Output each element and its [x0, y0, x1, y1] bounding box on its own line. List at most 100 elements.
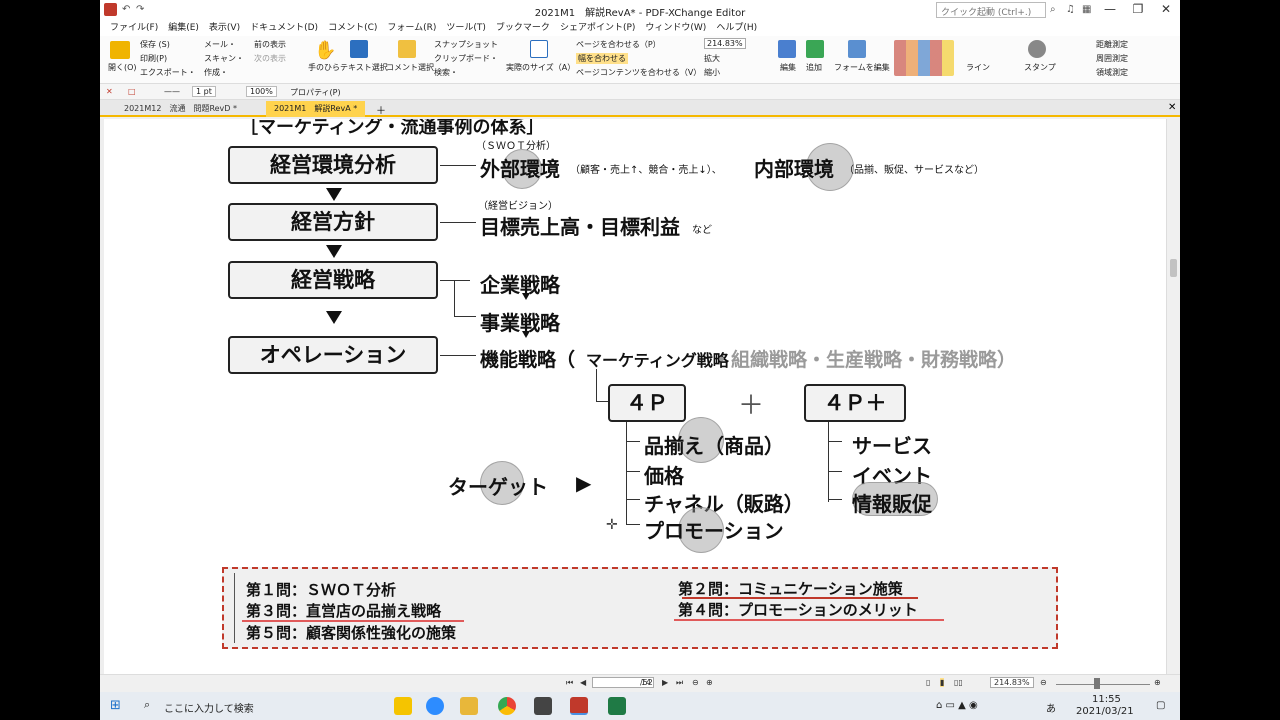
zoom-out-button[interactable]: 縮小 — [704, 67, 720, 78]
scan-button[interactable]: スキャン・ — [204, 53, 244, 64]
terminal-icon[interactable] — [534, 697, 552, 715]
fit-page-button[interactable]: ページを合わせる（P） — [576, 39, 661, 50]
open-button[interactable]: 開く(O) — [108, 62, 137, 73]
status-zoom-select[interactable]: 214.83% — [990, 677, 1034, 688]
measure-perimeter-button[interactable]: 周囲測定 — [1096, 53, 1128, 64]
vertical-scrollbar[interactable] — [1166, 119, 1180, 674]
actual-size-button[interactable]: 実際のサイズ（A） — [506, 62, 575, 73]
clipboard-button[interactable]: クリップボード・ — [434, 53, 498, 64]
search-icon[interactable]: ⌕ — [144, 698, 150, 712]
line-style-icon[interactable]: —— — [164, 87, 180, 96]
form-edit-button[interactable]: フォームを編集 — [834, 62, 890, 73]
restore-button[interactable]: ❐ — [1124, 2, 1152, 16]
close-small-icon[interactable]: ✕ — [106, 87, 113, 96]
menu-edit[interactable]: 編集(E) — [168, 20, 199, 36]
form-edit-icon[interactable] — [848, 40, 866, 58]
zoom-slider-track[interactable] — [1056, 684, 1150, 685]
comment-select-button[interactable]: コメント選択 — [386, 62, 434, 73]
taskbar-search-box[interactable]: ここに入力して検索 — [164, 700, 254, 715]
edit-button[interactable]: 編集 — [780, 62, 796, 73]
add-button[interactable]: 追加 — [806, 62, 822, 73]
stamp-icon[interactable] — [1028, 40, 1046, 58]
snapshot-button[interactable]: スナップショット — [434, 39, 498, 50]
folder-icon[interactable] — [110, 41, 130, 59]
zoom-app-icon[interactable] — [426, 697, 444, 715]
prev-page-icon[interactable]: ◀ — [580, 678, 586, 687]
single-page-icon[interactable]: ▯ — [926, 678, 930, 687]
stamp-button[interactable]: スタンプ — [1024, 62, 1056, 73]
scrollbar-thumb[interactable] — [1170, 259, 1177, 277]
menu-bookmarks[interactable]: ブックマーク — [496, 20, 550, 36]
create-button[interactable]: 作成・ — [204, 67, 228, 78]
document-view[interactable]: ［マーケティング・流通事例の体系］ 経営環境分析 経営方針 経営戦略 オペレーシ… — [100, 119, 1180, 674]
minimize-button[interactable]: — — [1096, 2, 1124, 16]
properties-button[interactable]: プロパティ(P) — [290, 87, 341, 98]
add-icon[interactable] — [806, 40, 824, 58]
continuous-page-icon[interactable]: ▮ — [940, 678, 945, 687]
next-view-button[interactable]: 次の表示 — [254, 53, 286, 64]
quick-launch-search[interactable]: クイック起動 (Ctrl+.) — [936, 2, 1046, 18]
text-select-icon[interactable] — [350, 40, 368, 58]
edit-icon[interactable] — [778, 40, 796, 58]
bell-icon[interactable]: ♫ — [1066, 4, 1075, 15]
zoom-select[interactable]: 214.83% — [704, 38, 746, 49]
measure-distance-button[interactable]: 距離測定 — [1096, 39, 1128, 50]
fit-width-button[interactable]: 幅を合わせる — [576, 53, 628, 64]
search-icon[interactable]: ⌕ — [1050, 4, 1056, 15]
menu-comment[interactable]: コメント(C) — [328, 20, 377, 36]
mail-button[interactable]: メール・ — [204, 39, 236, 50]
zoom-in-button[interactable]: 拡大 — [704, 53, 720, 64]
line-width-select[interactable]: 1 pt — [192, 86, 216, 97]
ime-indicator[interactable]: あ — [1046, 700, 1056, 715]
tab-2021m1[interactable]: 2021M1 解説RevA * — [266, 101, 366, 117]
tray-icons[interactable]: ⌂ ▭ ▲ ◉ — [936, 700, 978, 711]
hand-tool-button[interactable]: 手のひら — [308, 62, 340, 73]
back-icon[interactable]: ⊖ — [692, 678, 699, 687]
fit-content-button[interactable]: ページコンテンツを合わせる（V） — [576, 67, 701, 78]
print-button[interactable]: 印刷(P) — [140, 53, 167, 64]
menu-tools[interactable]: ツール(T) — [446, 20, 486, 36]
windows-start-icon[interactable]: ⊞ — [110, 698, 121, 713]
file-explorer-icon[interactable] — [460, 697, 478, 715]
search-button[interactable]: 検索・ — [434, 67, 458, 78]
rect-color-icon[interactable]: □ — [128, 87, 136, 96]
actual-size-icon[interactable] — [530, 40, 548, 58]
opacity-select[interactable]: 100% — [246, 86, 277, 97]
grid-icon[interactable]: ▦ — [1082, 4, 1091, 15]
menu-help[interactable]: ヘルプ(H) — [716, 20, 757, 36]
first-page-icon[interactable]: ⏮ — [566, 678, 573, 688]
menu-window[interactable]: ウィンドウ(W) — [645, 20, 706, 36]
tab-2021m12[interactable]: 2021M12 流通 問題RevD * — [116, 101, 245, 117]
zoom-slider-thumb[interactable] — [1094, 678, 1100, 689]
next-page-icon[interactable]: ▶ — [662, 678, 668, 687]
line-button[interactable]: ライン — [966, 62, 990, 73]
clock-date[interactable]: 2021/03/21 — [1076, 706, 1134, 717]
excel-icon[interactable] — [608, 697, 626, 715]
clock-time[interactable]: 11:55 — [1092, 694, 1121, 705]
menu-view[interactable]: 表示(V) — [209, 20, 240, 36]
two-page-icon[interactable]: ▯▯ — [954, 678, 963, 687]
menu-file[interactable]: ファイル(F) — [110, 20, 158, 36]
forward-icon[interactable]: ⊕ — [706, 678, 713, 687]
pdf-xchange-icon[interactable] — [570, 697, 588, 715]
chrome-icon[interactable] — [498, 697, 516, 715]
comment-select-icon[interactable] — [398, 40, 416, 58]
zoom-out-icon[interactable]: ⊖ — [1040, 678, 1047, 687]
prev-view-button[interactable]: 前の表示 — [254, 39, 286, 50]
new-tab-icon[interactable]: ＋ — [376, 102, 386, 117]
menu-document[interactable]: ドキュメント(D) — [250, 20, 318, 36]
hand-icon[interactable]: ✋ — [314, 40, 336, 61]
measure-area-button[interactable]: 領域測定 — [1096, 67, 1128, 78]
menu-sharepoint[interactable]: シェアポイント(P) — [560, 20, 635, 36]
zoom-in-icon[interactable]: ⊕ — [1154, 678, 1161, 687]
text-select-button[interactable]: テキスト選択 — [340, 62, 388, 73]
notification-icon[interactable]: ▢ — [1156, 700, 1165, 711]
menu-form[interactable]: フォーム(R) — [387, 20, 436, 36]
close-button[interactable]: ✕ — [1152, 2, 1180, 16]
save-button[interactable]: 保存 (S) — [140, 39, 170, 50]
export-button[interactable]: エクスポート・ — [140, 67, 196, 78]
last-page-icon[interactable]: ⏭ — [676, 678, 683, 688]
annotation-tools-icon[interactable] — [894, 40, 954, 76]
close-tab-icon[interactable]: ✕ — [1168, 102, 1176, 113]
sticky-notes-icon[interactable] — [394, 697, 412, 715]
